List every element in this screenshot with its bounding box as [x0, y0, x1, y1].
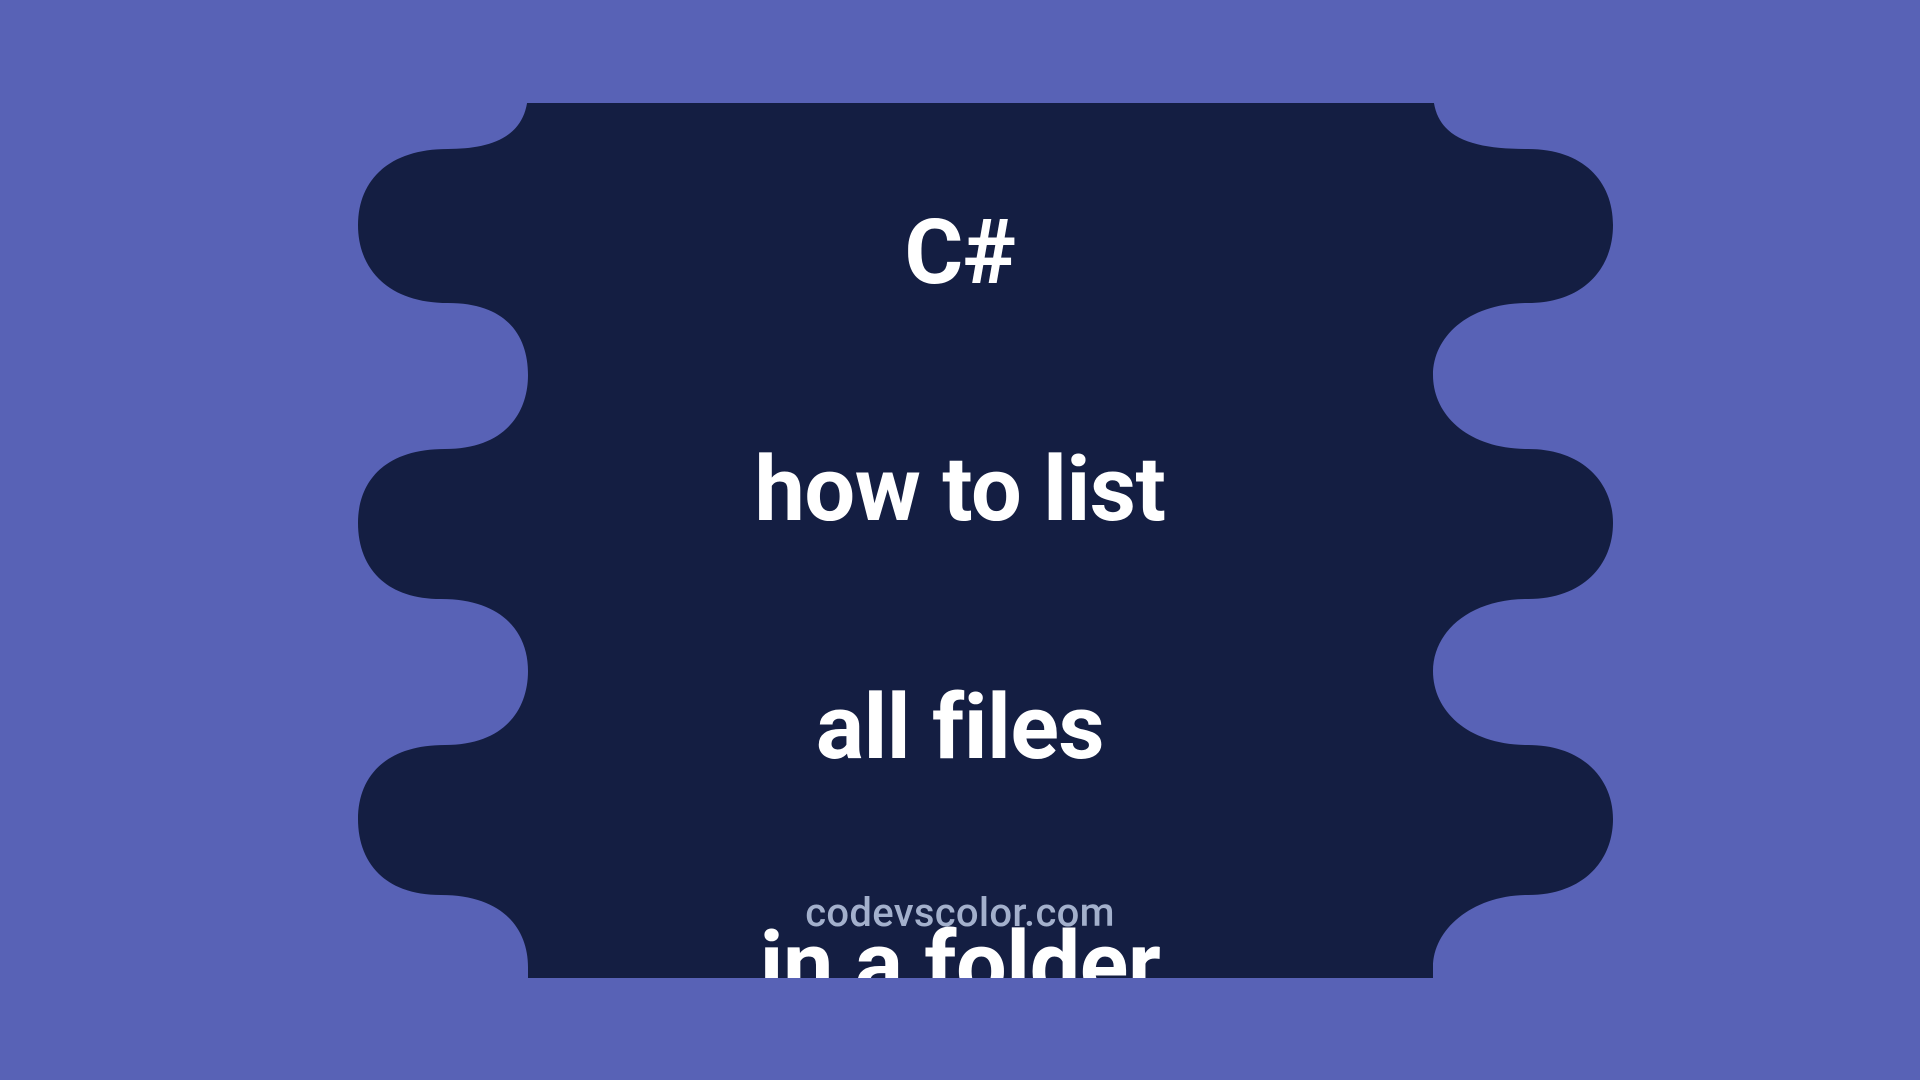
title-line: all files — [816, 675, 1104, 780]
text-content: C# how to list all files in a folder — [183, 103, 1738, 978]
title-line: C# — [904, 200, 1015, 305]
site-label: codevscolor.com — [183, 889, 1738, 936]
title-line: how to list — [755, 437, 1166, 542]
hero-card: C# how to list all files in a folder cod… — [183, 103, 1738, 978]
hero-title: C# how to list all files in a folder — [755, 103, 1166, 978]
